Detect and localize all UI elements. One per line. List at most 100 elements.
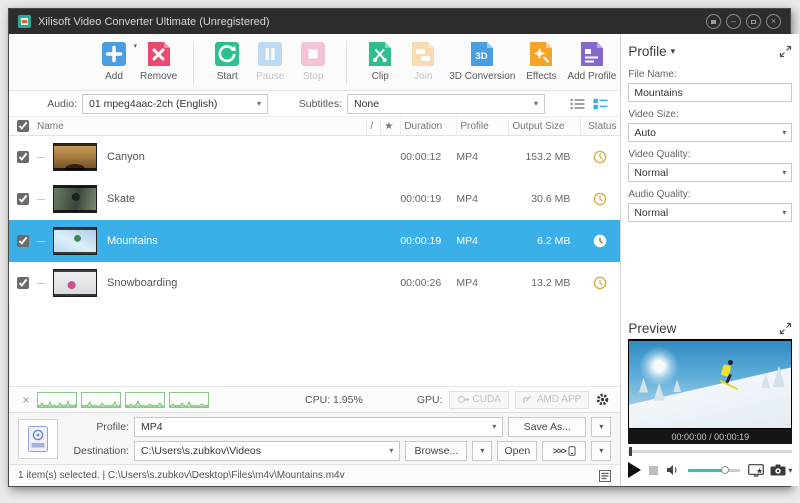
table-row[interactable]: Canyon 00:00:12 MP4 153.2 MB: [9, 136, 620, 178]
row-checkbox[interactable]: [17, 277, 29, 289]
gear-icon: [595, 392, 610, 407]
browse-dropdown-button[interactable]: ▾: [472, 441, 492, 461]
tray-button[interactable]: [706, 14, 721, 29]
cuda-button[interactable]: CUDA: [449, 391, 509, 409]
browse-button[interactable]: Browse...: [405, 441, 467, 461]
seek-bar[interactable]: [628, 446, 792, 457]
row-checkbox[interactable]: [17, 193, 29, 205]
send-to-device-button[interactable]: >>>: [542, 441, 586, 461]
status-waiting-clock-icon: [580, 192, 620, 206]
thumbnail-view-icon: [593, 98, 608, 110]
volume-slider[interactable]: [688, 469, 740, 472]
toolbar: ▾ Add Remove Start Pause: [9, 34, 620, 91]
column-header-duration[interactable]: Duration: [400, 117, 456, 135]
file-list: Canyon 00:00:12 MP4 153.2 MB Skate 00:00…: [9, 136, 620, 304]
stop-playback-button[interactable]: [649, 466, 658, 475]
3d-conversion-button[interactable]: 3D 3D Conversion: [449, 40, 515, 82]
chevron-down-icon: ▾: [383, 446, 393, 455]
pause-button[interactable]: Pause: [253, 40, 287, 82]
remove-button[interactable]: Remove: [140, 40, 177, 82]
column-header-status[interactable]: Status: [580, 117, 620, 135]
profile-header-title[interactable]: Profile: [628, 44, 666, 59]
profile-panel-header: Profile ▾: [628, 40, 792, 62]
destination-select[interactable]: C:\Users\s.zubkov\Videos▾: [134, 441, 400, 461]
amd-icon: [523, 395, 533, 404]
video-thumbnail: [53, 227, 97, 255]
column-header-output-size[interactable]: Output Size: [508, 117, 580, 135]
save-as-button[interactable]: Save As...: [508, 417, 586, 437]
video-size-select[interactable]: Auto▾: [628, 123, 792, 142]
play-button[interactable]: [628, 462, 641, 478]
table-row[interactable]: Snowboarding 00:00:26 MP4 13.2 MB: [9, 262, 620, 304]
profile-cell: MP4: [456, 235, 508, 247]
audio-quality-select[interactable]: Normal▾: [628, 203, 792, 222]
column-header-name[interactable]: Name: [37, 121, 366, 132]
status-bar: 1 item(s) selected. | C:\Users\s.zubkov\…: [9, 464, 620, 486]
settings-gear-button[interactable]: [595, 392, 610, 407]
window-controls: – ×: [706, 14, 781, 29]
audio-select[interactable]: 01 mpeg4aac-2ch (English)▾: [82, 94, 268, 114]
effects-button[interactable]: Effects: [524, 40, 558, 82]
cuda-icon: [457, 395, 469, 404]
expander-icon[interactable]: [37, 157, 45, 158]
save-as-dropdown-button[interactable]: ▾: [591, 417, 611, 437]
column-header-slash[interactable]: /: [366, 117, 380, 135]
table-row-selected[interactable]: Mountains 00:00:19 MP4 6.2 MB: [9, 220, 620, 262]
file-name-input[interactable]: [628, 83, 792, 102]
minimize-button[interactable]: –: [726, 14, 741, 29]
video-size-label: Video Size:: [628, 109, 792, 120]
close-monitor-icon[interactable]: ×: [19, 393, 33, 407]
open-button[interactable]: Open: [497, 441, 537, 461]
expander-icon[interactable]: [37, 283, 45, 284]
subtitles-select[interactable]: None▾: [347, 94, 545, 114]
seek-handle[interactable]: [629, 447, 632, 456]
mute-button[interactable]: [666, 464, 680, 476]
expander-icon[interactable]: [37, 199, 45, 200]
column-header-profile[interactable]: Profile: [456, 117, 508, 135]
status-waiting-clock-icon: [580, 150, 620, 164]
preview-header-title: Preview: [628, 321, 676, 336]
close-button[interactable]: ×: [766, 14, 781, 29]
output-profile-select[interactable]: MP4▾: [134, 417, 503, 437]
duration-cell: 00:00:26: [400, 277, 456, 289]
cpu-core-graph: [81, 392, 121, 408]
amd-app-button[interactable]: AMD APP: [515, 391, 589, 409]
effects-wand-icon: [527, 40, 555, 68]
row-checkbox[interactable]: [17, 151, 29, 163]
list-view-button[interactable]: [570, 98, 585, 110]
3d-conversion-icon: 3D: [468, 40, 496, 68]
remove-icon: [145, 40, 173, 68]
playback-time: 00:00:00 / 00:00:19: [628, 429, 792, 444]
select-all-checkbox[interactable]: [17, 120, 29, 132]
expand-preview-button[interactable]: [779, 322, 792, 335]
thumbnail-view-button[interactable]: [593, 98, 608, 110]
apply-to-screen-button[interactable]: [748, 464, 764, 477]
duration-cell: 00:00:19: [400, 235, 456, 247]
expand-profile-panel-button[interactable]: [779, 45, 792, 58]
clip-button[interactable]: Clip: [363, 40, 397, 82]
start-button[interactable]: Start: [210, 40, 244, 82]
pause-icon: [256, 40, 284, 68]
row-checkbox[interactable]: [17, 235, 29, 247]
preview-section: Preview: [628, 317, 792, 482]
stop-button[interactable]: Stop: [296, 40, 330, 82]
profile-cell: MP4: [456, 277, 508, 289]
table-header: Name / ★ Duration Profile Output Size St…: [9, 117, 620, 136]
expander-icon[interactable]: [37, 241, 45, 242]
camera-icon: [770, 464, 786, 476]
volume-handle[interactable]: [721, 466, 729, 474]
cpu-gpu-bar: × CPU: 1.95% GPU: CUDA AMD APP: [9, 386, 620, 412]
log-list-button[interactable]: [599, 470, 611, 482]
send-dropdown-button[interactable]: ▾: [591, 441, 611, 461]
video-quality-select[interactable]: Normal▾: [628, 163, 792, 182]
table-row[interactable]: Skate 00:00:19 MP4 30.6 MB: [9, 178, 620, 220]
chevron-down-icon: ▾: [486, 422, 496, 431]
playback-controls: ▾: [628, 458, 792, 482]
maximize-button[interactable]: [746, 14, 761, 29]
join-button[interactable]: Join: [406, 40, 440, 82]
add-profile-button[interactable]: Add Profile: [567, 40, 616, 82]
start-icon: [213, 40, 241, 68]
column-header-star[interactable]: ★: [380, 117, 400, 135]
snapshot-button[interactable]: ▾: [770, 464, 792, 476]
add-button[interactable]: ▾ Add: [97, 40, 131, 82]
